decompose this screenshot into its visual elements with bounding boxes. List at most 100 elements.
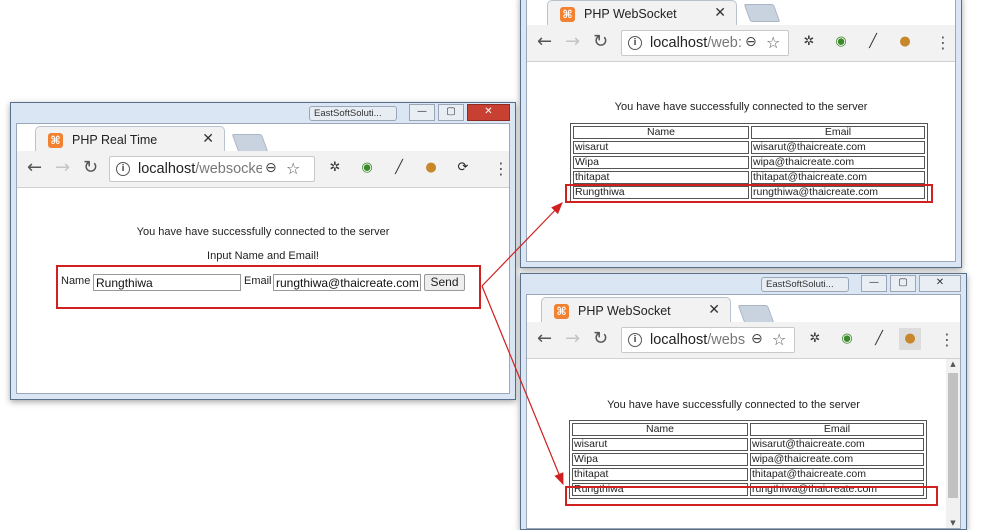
connection-status: You have have successfully connected to … [614,101,868,113]
cell-name: thitapat [573,171,749,184]
extension-icon-3[interactable]: ╱ [871,331,887,347]
table-row: Wipa wipa@thaicreate.com [572,453,924,466]
tab-php-websocket[interactable]: ⌘ PHP WebSocket ✕ [547,0,737,27]
connection-status: You have have successfully connected to … [607,399,860,411]
extension-icon-1[interactable]: ✲ [807,331,823,347]
info-icon[interactable]: i [628,36,642,50]
highlight-new-row-bottom [565,486,938,506]
new-tab-button[interactable] [737,305,775,323]
address-bar[interactable]: i localhost/websocke ⊖ ☆ [109,156,315,182]
extension-icon-1[interactable]: ✲ [801,34,817,50]
column-header-name: Name [572,423,748,436]
url-host: localhost [138,161,196,177]
table-header-row: Name Email [573,126,925,139]
cell-email: wipa@thaicreate.com [751,156,925,169]
top-right-browser-window: ⌘ PHP WebSocket ✕ ← → ↻ i localhost/web:… [520,0,962,268]
kebab-menu-icon[interactable]: ⋮ [493,159,509,178]
bookmark-star-icon[interactable]: ☆ [772,330,787,349]
url-text: localhost/webs [650,332,745,348]
table-row: thitapat thitapat@thaicreate.com [572,468,924,481]
maximize-button[interactable]: ▢ [438,104,464,121]
sync-icon[interactable]: ⟳ [455,160,471,176]
scroll-up-icon[interactable]: ▲ [946,360,960,368]
url-host: localhost [650,332,708,348]
url-path: /websocke [195,161,264,177]
tab-strip: ⌘ PHP WebSocket ✕ [527,0,955,27]
close-window-button[interactable]: ✕ [919,275,961,292]
maximize-button[interactable]: ▢ [890,275,916,292]
taskbar-badge[interactable]: EastSoftSoluti... [309,106,397,121]
extension-icon-2[interactable]: ◉ [839,331,855,347]
cell-email: wisarut@thaicreate.com [750,438,924,451]
zoom-icon[interactable]: ⊖ [742,34,757,50]
tab-strip: ⌘ PHP WebSocket ✕ [527,295,960,324]
reload-icon[interactable]: ↻ [83,158,98,178]
address-bar[interactable]: i localhost/web: ⊖ ☆ [621,30,789,56]
page-content: You have have successfully connected to … [527,62,955,261]
url-path: /web: [707,35,742,51]
taskbar-badge[interactable]: EastSoftSoluti... [761,277,849,292]
forward-arrow-icon[interactable]: → [565,329,580,349]
info-icon[interactable]: i [628,333,642,347]
forward-arrow-icon[interactable]: → [55,158,70,178]
scrollbar-thumb[interactable] [948,373,958,498]
tab-title: PHP WebSocket [584,7,677,21]
address-bar[interactable]: i localhost/webs ⊖ ☆ [621,327,795,353]
minimize-button[interactable]: — [861,275,887,292]
cookie-icon[interactable]: ● [897,34,913,50]
highlight-input-form [56,265,481,309]
bookmark-star-icon[interactable]: ☆ [286,159,301,178]
cell-name: wisarut [573,141,749,154]
tab-strip: ⌘ PHP Real Time ✕ [17,124,509,153]
zoom-icon[interactable]: ⊖ [748,331,763,347]
browser-frame: ⌘ PHP WebSocket ✕ ← → ↻ i localhost/web:… [526,0,956,262]
back-arrow-icon[interactable]: ← [27,158,42,178]
column-header-email: Email [751,126,925,139]
column-header-email: Email [750,423,924,436]
cookie-icon[interactable]: ● [423,160,439,176]
tab-php-websocket[interactable]: ⌘ PHP WebSocket ✕ [541,297,731,324]
minimize-button[interactable]: — [409,104,435,121]
extension-icon-3[interactable]: ╱ [865,34,881,50]
browser-toolbar: ← → ↻ i localhost/web: ⊖ ☆ ✲ ◉ ╱ ● ⋮ [527,25,955,62]
cell-name: Wipa [573,156,749,169]
cookie-icon[interactable]: ● [899,328,921,350]
reload-icon[interactable]: ↻ [593,32,608,52]
back-arrow-icon[interactable]: ← [537,329,552,349]
browser-toolbar: ← → ↻ i localhost/webs ⊖ ☆ ✲ ◉ ╱ ● ⋮ [527,322,960,359]
cell-email: wipa@thaicreate.com [750,453,924,466]
url-host: localhost [650,35,708,51]
vertical-scrollbar[interactable]: ▲ ▼ [946,359,960,528]
extension-icon-2[interactable]: ◉ [359,160,375,176]
tab-php-real-time[interactable]: ⌘ PHP Real Time ✕ [35,126,225,153]
tab-title: PHP Real Time [72,133,158,147]
info-icon[interactable]: i [116,162,130,176]
left-browser-window: EastSoftSoluti... — ▢ ✕ ⌘ PHP Real Time … [10,102,516,400]
xampp-icon: ⌘ [554,304,569,319]
extension-icon-2[interactable]: ◉ [833,34,849,50]
scroll-down-icon[interactable]: ▼ [946,519,960,527]
table-header-row: Name Email [572,423,924,436]
browser-frame: ⌘ PHP Real Time ✕ ← → ↻ i localhost/webs… [16,123,510,394]
extension-icon-1[interactable]: ✲ [327,160,343,176]
input-prompt: Input Name and Email! [207,250,319,262]
kebab-menu-icon[interactable]: ⋮ [935,33,951,52]
new-tab-button[interactable] [743,4,781,22]
column-header-name: Name [573,126,749,139]
cell-name: Wipa [572,453,748,466]
tab-title: PHP WebSocket [578,304,671,318]
kebab-menu-icon[interactable]: ⋮ [939,330,955,349]
zoom-icon[interactable]: ⊖ [262,160,277,176]
url-path: /webs [707,332,746,348]
xampp-icon: ⌘ [48,133,63,148]
back-arrow-icon[interactable]: ← [537,32,552,52]
close-icon[interactable]: ✕ [202,131,214,147]
close-icon[interactable]: ✕ [714,5,726,21]
close-window-button[interactable]: ✕ [467,104,510,121]
bookmark-star-icon[interactable]: ☆ [766,33,781,52]
forward-arrow-icon[interactable]: → [565,32,580,52]
close-icon[interactable]: ✕ [708,302,720,318]
reload-icon[interactable]: ↻ [593,329,608,349]
new-tab-button[interactable] [231,134,269,152]
extension-icon-3[interactable]: ╱ [391,160,407,176]
